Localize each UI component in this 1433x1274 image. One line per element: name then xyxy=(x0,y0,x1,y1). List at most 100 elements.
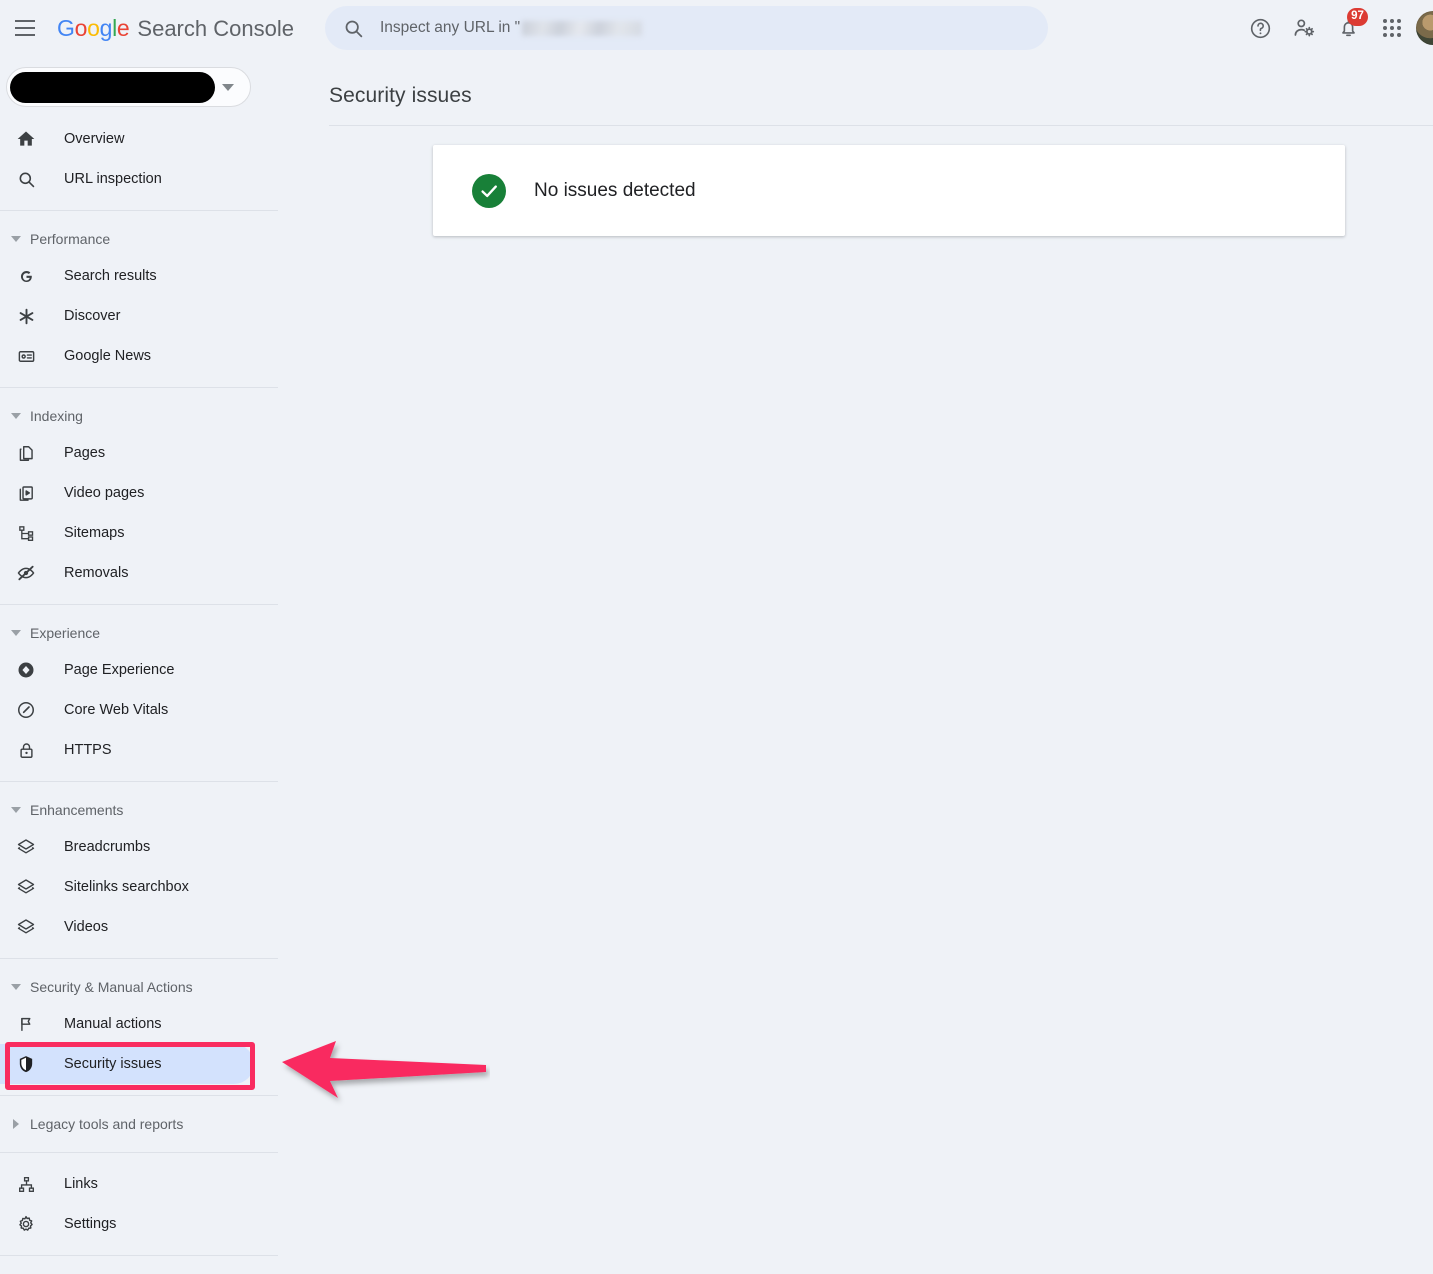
main-content: Security issues No issues detected xyxy=(296,56,1433,1274)
sidebar-item-settings[interactable]: Settings xyxy=(0,1204,254,1244)
sidebar-item-label: Breadcrumbs xyxy=(64,839,151,855)
page-title: Security issues xyxy=(329,84,472,107)
search-placeholder: Inspect any URL in " xyxy=(380,19,643,37)
check-circle-icon xyxy=(472,173,506,208)
sidebar-item-manual-actions[interactable]: Manual actions xyxy=(0,1004,254,1044)
search-input[interactable]: Inspect any URL in " xyxy=(325,6,1048,50)
sidebar-item-label: Removals xyxy=(64,565,129,581)
sidebar-item-https[interactable]: HTTPS xyxy=(0,730,254,770)
sidebar-item-url-inspection[interactable]: URL inspection xyxy=(0,159,254,199)
eye-off-icon xyxy=(14,561,38,585)
sitemap-icon xyxy=(14,521,38,545)
divider xyxy=(0,1152,278,1153)
top-bar-actions: 97 xyxy=(1238,0,1433,56)
shield-icon xyxy=(14,1052,38,1076)
sidebar-section-enhancements[interactable]: Enhancements xyxy=(0,793,296,827)
google-g-icon xyxy=(14,264,38,288)
sidebar-section-security-manual-actions[interactable]: Security & Manual Actions xyxy=(0,970,296,1004)
security-status-card: No issues detected xyxy=(433,145,1345,236)
news-card-icon xyxy=(14,344,38,368)
video-page-icon xyxy=(14,481,38,505)
links-graph-icon xyxy=(14,1172,38,1196)
sidebar-section-legacy-tools[interactable]: Legacy tools and reports xyxy=(0,1107,296,1141)
top-app-bar: Google Search Console Inspect any URL in… xyxy=(0,0,1433,56)
sidebar-item-label: Links xyxy=(64,1176,98,1192)
sidebar-nav: Overview URL inspection Performance Sear… xyxy=(0,119,296,1256)
flag-icon xyxy=(14,1012,38,1036)
divider xyxy=(0,781,278,782)
help-circle-icon[interactable] xyxy=(1238,6,1282,50)
sidebar-item-label: HTTPS xyxy=(64,742,112,758)
sidebar-item-label: Search results xyxy=(64,268,157,284)
sidebar-section-performance[interactable]: Performance xyxy=(0,222,296,256)
chevron-right-icon xyxy=(6,1114,26,1134)
sidebar-item-video-pages[interactable]: Video pages xyxy=(0,473,254,513)
sidebar-section-indexing[interactable]: Indexing xyxy=(0,399,296,433)
chevron-down-icon xyxy=(6,977,26,997)
sidebar-item-sitelinks-searchbox[interactable]: Sitelinks searchbox xyxy=(0,867,254,907)
redacted-property-name xyxy=(10,71,215,103)
divider xyxy=(0,387,278,388)
sidebar-item-label: Core Web Vitals xyxy=(64,702,169,718)
search-icon xyxy=(343,18,364,39)
search-placeholder-text: Inspect any URL in " xyxy=(380,19,521,36)
sidebar-item-core-web-vitals[interactable]: Core Web Vitals xyxy=(0,690,254,730)
sidebar-item-label: Videos xyxy=(64,919,109,935)
sidebar-item-sitemaps[interactable]: Sitemaps xyxy=(0,513,254,553)
chevron-down-icon xyxy=(6,800,26,820)
divider xyxy=(0,958,278,959)
property-selector[interactable] xyxy=(6,67,251,107)
layers-icon xyxy=(14,835,38,859)
chevron-down-icon xyxy=(6,623,26,643)
sidebar-section-experience[interactable]: Experience xyxy=(0,616,296,650)
speedometer-icon xyxy=(14,698,38,722)
sidebar-item-breadcrumbs[interactable]: Breadcrumbs xyxy=(0,827,254,867)
sidebar-item-pages[interactable]: Pages xyxy=(0,433,254,473)
user-settings-icon[interactable] xyxy=(1282,6,1326,50)
sidebar: Overview URL inspection Performance Sear… xyxy=(0,56,296,1274)
sidebar-item-label: Settings xyxy=(64,1216,117,1232)
notification-badge: 97 xyxy=(1347,8,1368,26)
sidebar-item-discover[interactable]: Discover xyxy=(0,296,254,336)
sidebar-item-label: Google News xyxy=(64,348,152,364)
sidebar-item-removals[interactable]: Removals xyxy=(0,553,254,593)
layers-icon xyxy=(14,875,38,899)
section-label: Enhancements xyxy=(30,802,124,818)
sidebar-item-security-issues[interactable]: Security issues xyxy=(0,1044,254,1084)
sidebar-item-search-results[interactable]: Search results xyxy=(0,256,254,296)
section-label: Experience xyxy=(30,625,101,641)
sidebar-item-label: Security issues xyxy=(64,1056,162,1072)
apps-grid-icon[interactable] xyxy=(1370,6,1414,50)
divider xyxy=(0,1095,278,1096)
sidebar-item-label: Page Experience xyxy=(64,662,175,678)
copy-pages-icon xyxy=(14,441,38,465)
divider xyxy=(0,604,278,605)
sidebar-item-label: Overview xyxy=(64,131,125,147)
title-divider xyxy=(329,125,1433,126)
avatar[interactable] xyxy=(1416,11,1433,45)
chevron-down-icon xyxy=(6,229,26,249)
hamburger-icon[interactable] xyxy=(2,5,48,51)
layers-icon xyxy=(14,915,38,939)
sidebar-item-label: Sitemaps xyxy=(64,525,125,541)
sidebar-item-label: Sitelinks searchbox xyxy=(64,879,189,895)
lock-icon xyxy=(14,738,38,762)
sidebar-item-overview[interactable]: Overview xyxy=(0,119,254,159)
redacted-domain xyxy=(522,20,643,36)
search-icon xyxy=(14,167,38,191)
chevron-down-icon xyxy=(6,406,26,426)
sidebar-item-label: Pages xyxy=(64,445,106,461)
bell-icon[interactable]: 97 xyxy=(1326,6,1370,50)
sidebar-item-google-news[interactable]: Google News xyxy=(0,336,254,376)
sidebar-item-links[interactable]: Links xyxy=(0,1164,254,1204)
sidebar-item-label: Manual actions xyxy=(64,1016,162,1032)
sidebar-item-videos[interactable]: Videos xyxy=(0,907,254,947)
app-brand[interactable]: Google Search Console xyxy=(57,15,294,42)
section-label: Security & Manual Actions xyxy=(30,979,193,995)
divider xyxy=(0,1255,278,1256)
google-logo: Google xyxy=(57,14,130,41)
section-label: Performance xyxy=(30,231,111,247)
sidebar-item-label: Video pages xyxy=(64,485,145,501)
app-title: Search Console xyxy=(137,15,294,41)
sidebar-item-page-experience[interactable]: Page Experience xyxy=(0,650,254,690)
